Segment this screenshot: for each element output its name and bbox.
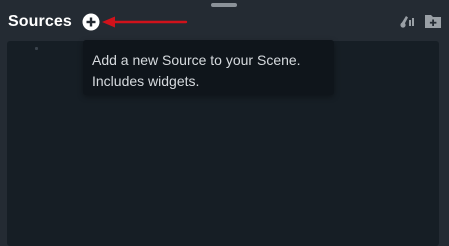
tooltip-line-1: Add a new Source to your Scene. (92, 52, 301, 68)
add-source-button[interactable] (82, 13, 100, 31)
audio-filters-icon (400, 16, 414, 28)
add-folder-button[interactable] (424, 12, 442, 30)
add-source-tooltip: Add a new Source to your Scene. Includes… (83, 40, 334, 95)
plus-circle-icon (82, 13, 100, 31)
list-drop-indicator (35, 47, 38, 50)
red-arrow-icon (100, 13, 190, 31)
drag-handle[interactable] (211, 3, 237, 7)
add-folder-icon (425, 15, 441, 28)
tooltip-line-2: Includes widgets. (92, 73, 200, 89)
panel-title: Sources (8, 13, 72, 30)
audio-filters-button[interactable] (398, 12, 416, 30)
sources-panel: Sources Add a new Source to your Scene. … (0, 0, 449, 246)
